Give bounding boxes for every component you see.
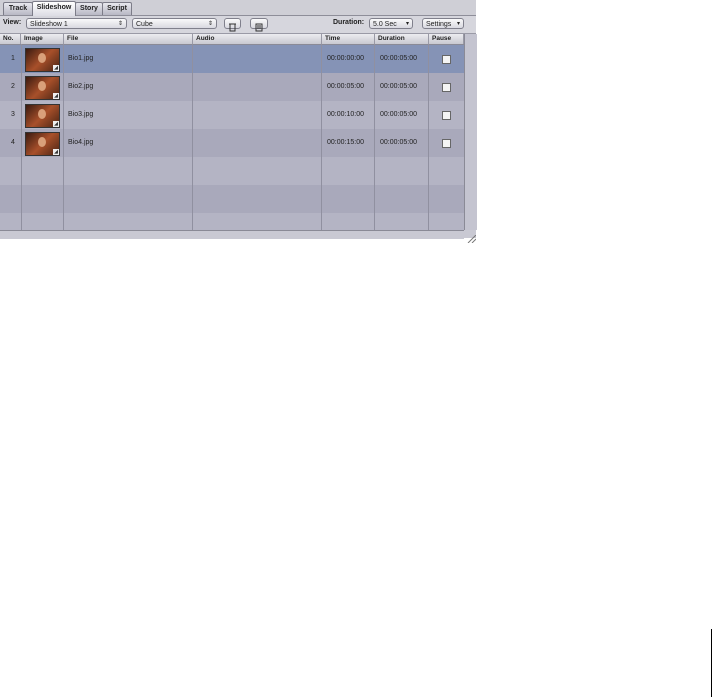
transition-popup[interactable]: Cube ⇕ xyxy=(132,18,217,29)
row-number: 1 xyxy=(11,55,15,62)
audio-badge-icon: ◢ xyxy=(53,65,59,71)
column-audio[interactable]: Audio xyxy=(193,34,322,44)
duration-value: 00:00:05:00 xyxy=(380,111,417,118)
thumbnail-image: ◢ xyxy=(25,104,60,128)
column-duration[interactable]: Duration xyxy=(375,34,429,44)
thumbnail-image: ◢ xyxy=(25,76,60,100)
tab-script[interactable]: Script xyxy=(102,2,132,15)
duration-value: 5.0 Sec xyxy=(373,21,397,28)
view-label: View: xyxy=(3,19,22,26)
column-image[interactable]: Image xyxy=(21,34,64,44)
pause-checkbox[interactable] xyxy=(442,55,451,64)
column-divider xyxy=(374,44,375,230)
transition-popup-value: Cube xyxy=(136,21,153,28)
table-row[interactable]: 4 ◢ Bio4.jpg 00:00:15:00 00:00:05:00 xyxy=(0,129,464,157)
file-name: Bio2.jpg xyxy=(68,83,94,90)
column-pause[interactable]: Pause xyxy=(429,34,464,44)
table-row[interactable]: 1 ◢ Bio1.jpg 00:00:00:00 00:00:05:00 xyxy=(0,45,464,73)
column-file[interactable]: File xyxy=(64,34,193,44)
pause-checkbox[interactable] xyxy=(442,139,451,148)
time-value: 00:00:05:00 xyxy=(327,83,364,90)
row-number: 2 xyxy=(11,83,15,90)
audio-badge-icon: ◢ xyxy=(53,149,59,155)
duration-value: 00:00:05:00 xyxy=(380,83,417,90)
column-divider xyxy=(321,44,322,230)
column-divider xyxy=(21,44,22,230)
delete-slide-button[interactable] xyxy=(224,18,241,32)
pause-checkbox[interactable] xyxy=(442,111,451,120)
chevron-down-icon: ▾ xyxy=(405,21,409,27)
empty-row xyxy=(0,185,464,213)
list-icon xyxy=(255,23,263,32)
thumbnail-image: ◢ xyxy=(25,48,60,72)
settings-label: Settings xyxy=(426,21,452,28)
column-time[interactable]: Time xyxy=(322,34,375,44)
tab-bar: Track Slideshow Story Script xyxy=(0,0,476,16)
trash-icon xyxy=(229,23,236,32)
view-popup[interactable]: Slideshow 1 ⇕ xyxy=(26,18,127,29)
time-value: 00:00:10:00 xyxy=(327,111,364,118)
row-number: 4 xyxy=(11,139,15,146)
audio-badge-icon: ◢ xyxy=(53,121,59,127)
empty-row xyxy=(0,157,464,185)
empty-row xyxy=(0,213,464,230)
tab-slideshow[interactable]: Slideshow xyxy=(32,1,76,16)
slide-settings-button[interactable] xyxy=(250,18,268,32)
file-name: Bio4.jpg xyxy=(68,139,94,146)
horizontal-scrollbar[interactable] xyxy=(0,230,464,239)
duration-field[interactable]: 5.0 Sec ▾ xyxy=(369,18,413,29)
tab-story[interactable]: Story xyxy=(75,2,103,15)
duration-value: 00:00:05:00 xyxy=(380,139,417,146)
toolbar: View: Slideshow 1 ⇕ Cube ⇕ Duration: 5.0… xyxy=(0,16,476,34)
pause-checkbox[interactable] xyxy=(442,83,451,92)
updown-arrows-icon: ⇕ xyxy=(207,21,213,27)
page-edge-line xyxy=(711,629,712,697)
table-header: No. Image File Audio Time Duration Pause xyxy=(0,34,464,45)
resize-grip-icon[interactable] xyxy=(464,230,477,244)
column-divider xyxy=(428,44,429,230)
vertical-scrollbar[interactable] xyxy=(464,34,477,230)
chevron-down-icon: ▾ xyxy=(456,21,460,27)
table-row[interactable]: 3 ◢ Bio3.jpg 00:00:10:00 00:00:05:00 xyxy=(0,101,464,129)
column-divider xyxy=(63,44,64,230)
time-value: 00:00:15:00 xyxy=(327,139,364,146)
file-name: Bio1.jpg xyxy=(68,55,94,62)
view-popup-value: Slideshow 1 xyxy=(30,21,68,28)
duration-label: Duration: xyxy=(333,19,365,26)
row-number: 3 xyxy=(11,111,15,118)
slideshow-editor-panel: Track Slideshow Story Script View: Slide… xyxy=(0,0,477,244)
updown-arrows-icon: ⇕ xyxy=(117,21,123,27)
thumbnail-image: ◢ xyxy=(25,132,60,156)
audio-badge-icon: ◢ xyxy=(53,93,59,99)
duration-value: 00:00:05:00 xyxy=(380,55,417,62)
column-divider xyxy=(192,44,193,230)
tab-track[interactable]: Track xyxy=(3,2,33,15)
time-value: 00:00:00:00 xyxy=(327,55,364,62)
table-row[interactable]: 2 ◢ Bio2.jpg 00:00:05:00 00:00:05:00 xyxy=(0,73,464,101)
column-no[interactable]: No. xyxy=(0,34,21,44)
file-name: Bio3.jpg xyxy=(68,111,94,118)
settings-popup[interactable]: Settings ▾ xyxy=(422,18,464,29)
